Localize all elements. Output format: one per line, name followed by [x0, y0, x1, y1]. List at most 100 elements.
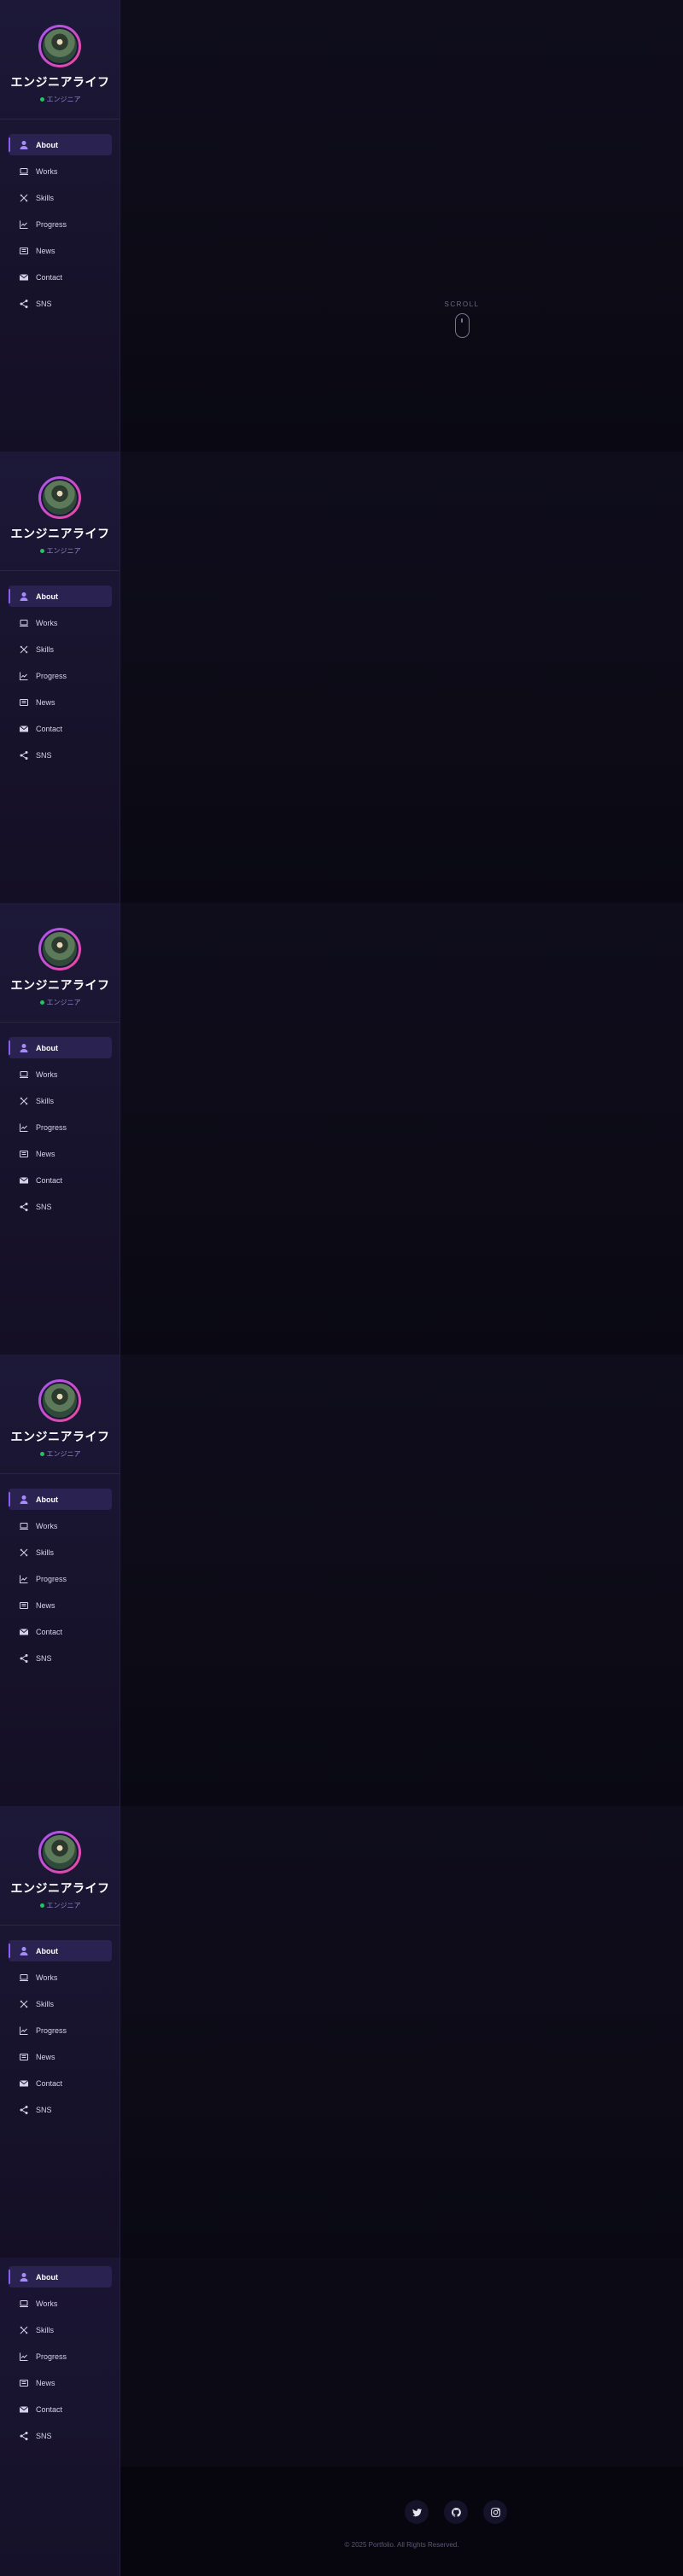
sidebar-item-label: News	[36, 1600, 55, 1610]
tools-icon	[19, 2325, 29, 2335]
sidebar-item-label: About	[36, 592, 58, 601]
sidebar-item-news[interactable]: News	[9, 691, 112, 713]
sidebar-item-news[interactable]: News	[9, 1143, 112, 1164]
sidebar-item-label: About	[36, 1946, 58, 1955]
sidebar-item-about[interactable]: About	[9, 134, 112, 155]
share-icon	[19, 750, 29, 761]
sidebar-item-label: News	[36, 697, 55, 707]
sidebar-item-label: Progress	[36, 671, 67, 680]
profile-name: エンジニアライフ	[10, 527, 110, 541]
sidebar-item-label: Contact	[36, 1175, 63, 1185]
sidebar-item-works[interactable]: Works	[9, 160, 112, 182]
status-dot-icon	[39, 97, 44, 102]
sidebar-item-sns[interactable]: SNS	[9, 293, 112, 314]
sidebar-nav: About Works Skills Progress News Contact SNS	[0, 1489, 120, 1674]
sidebar-item-progress[interactable]: Progress	[9, 1568, 112, 1589]
github-icon[interactable]	[444, 2500, 468, 2524]
profile-name: エンジニアライフ	[10, 1882, 110, 1896]
sidebar-item-label: Contact	[36, 724, 63, 733]
sidebar-item-label: SNS	[36, 1202, 52, 1211]
page-section: エンジニアライフ エンジニア About Works Skills Progress N…	[0, 903, 683, 1355]
avatar	[38, 1831, 81, 1874]
envelope-icon	[19, 272, 29, 283]
sidebar-item-label: Contact	[36, 1627, 63, 1636]
sidebar-item-progress[interactable]: Progress	[9, 213, 112, 235]
sidebar-item-news[interactable]: News	[9, 2372, 112, 2393]
newspaper-icon	[19, 246, 29, 256]
sidebar-item-contact[interactable]: Contact	[9, 718, 112, 739]
sidebar-item-label: Progress	[36, 1574, 67, 1583]
sidebar-nav: About Works Skills Progress News Contact SNS	[0, 134, 120, 319]
sidebar-item-sns[interactable]: SNS	[9, 2425, 112, 2446]
mouse-icon	[454, 313, 470, 338]
chart-line-icon	[19, 219, 29, 230]
profile-role: エンジニア	[0, 998, 120, 1007]
sidebar-item-skills[interactable]: Skills	[9, 187, 112, 208]
sidebar-item-about[interactable]: About	[9, 586, 112, 607]
sidebar-item-about[interactable]: About	[9, 1940, 112, 1961]
sidebar-item-contact[interactable]: Contact	[9, 2398, 112, 2420]
sidebar-item-about[interactable]: About	[9, 1489, 112, 1510]
sidebar-item-progress[interactable]: Progress	[9, 665, 112, 686]
share-icon	[19, 2105, 29, 2115]
sidebar-item-progress[interactable]: Progress	[9, 1116, 112, 1138]
avatar	[38, 25, 81, 67]
sidebar-item-sns[interactable]: SNS	[9, 1196, 112, 1217]
sidebar-item-works[interactable]: Works	[9, 612, 112, 633]
laptop-icon	[19, 618, 29, 628]
scroll-indicator[interactable]: SCROLL	[440, 300, 484, 338]
sidebar-item-contact[interactable]: Contact	[9, 1169, 112, 1191]
chart-line-icon	[19, 2025, 29, 2036]
sidebar-item-works[interactable]: Works	[9, 1967, 112, 1988]
sidebar-item-contact[interactable]: Contact	[9, 1621, 112, 1642]
share-icon	[19, 1653, 29, 1664]
user-icon	[19, 1043, 29, 1053]
chart-line-icon	[19, 1122, 29, 1133]
status-dot-icon	[39, 1000, 44, 1005]
sidebar-item-news[interactable]: News	[9, 1594, 112, 1616]
sidebar: エンジニアライフ エンジニア About Works Skills Progress N…	[0, 452, 120, 903]
sidebar-item-label: Skills	[36, 2325, 55, 2334]
profile-role: エンジニア	[0, 1449, 120, 1459]
envelope-icon	[19, 724, 29, 734]
sidebar-item-label: Works	[36, 618, 58, 627]
sidebar-item-sns[interactable]: SNS	[9, 744, 112, 766]
twitter-icon[interactable]	[405, 2500, 429, 2524]
sidebar-item-skills[interactable]: Skills	[9, 638, 112, 660]
sidebar-item-skills[interactable]: Skills	[9, 1993, 112, 2014]
sidebar-item-sns[interactable]: SNS	[9, 2099, 112, 2120]
sidebar-item-contact[interactable]: Contact	[9, 266, 112, 288]
user-icon	[19, 1495, 29, 1505]
sidebar-item-sns[interactable]: SNS	[9, 1647, 112, 1669]
sidebar-item-progress[interactable]: Progress	[9, 2019, 112, 2041]
sidebar-item-label: About	[36, 140, 58, 149]
sidebar-item-works[interactable]: Works	[9, 1064, 112, 1085]
newspaper-icon	[19, 697, 29, 708]
sidebar-item-skills[interactable]: Skills	[9, 1090, 112, 1111]
sidebar-item-about[interactable]: About	[9, 2266, 112, 2288]
sidebar-item-label: Contact	[36, 2404, 63, 2414]
sidebar-item-contact[interactable]: Contact	[9, 2072, 112, 2094]
profile-name: エンジニアライフ	[10, 76, 110, 90]
sidebar-item-progress[interactable]: Progress	[9, 2346, 112, 2367]
profile-card: エンジニアライフ エンジニア	[0, 903, 120, 1023]
sidebar-item-skills[interactable]: Skills	[9, 1542, 112, 1563]
envelope-icon	[19, 2078, 29, 2089]
laptop-icon	[19, 166, 29, 177]
share-icon	[19, 1202, 29, 1212]
sidebar-nav: About Works Skills Progress News Contact SNS	[0, 2266, 120, 2451]
sidebar-item-skills[interactable]: Skills	[9, 2319, 112, 2340]
newspaper-icon	[19, 2378, 29, 2388]
profile-role: エンジニア	[0, 95, 120, 104]
sidebar-item-works[interactable]: Works	[9, 2293, 112, 2314]
sidebar-item-news[interactable]: News	[9, 240, 112, 261]
sidebar-item-label: SNS	[36, 750, 52, 760]
status-dot-icon	[39, 549, 44, 553]
sidebar-item-about[interactable]: About	[9, 1037, 112, 1058]
sidebar-item-news[interactable]: News	[9, 2046, 112, 2067]
share-icon	[19, 2431, 29, 2441]
instagram-icon[interactable]	[483, 2500, 507, 2524]
sidebar-item-works[interactable]: Works	[9, 1515, 112, 1536]
profile-role: エンジニア	[0, 1901, 120, 1910]
status-dot-icon	[39, 1452, 44, 1456]
